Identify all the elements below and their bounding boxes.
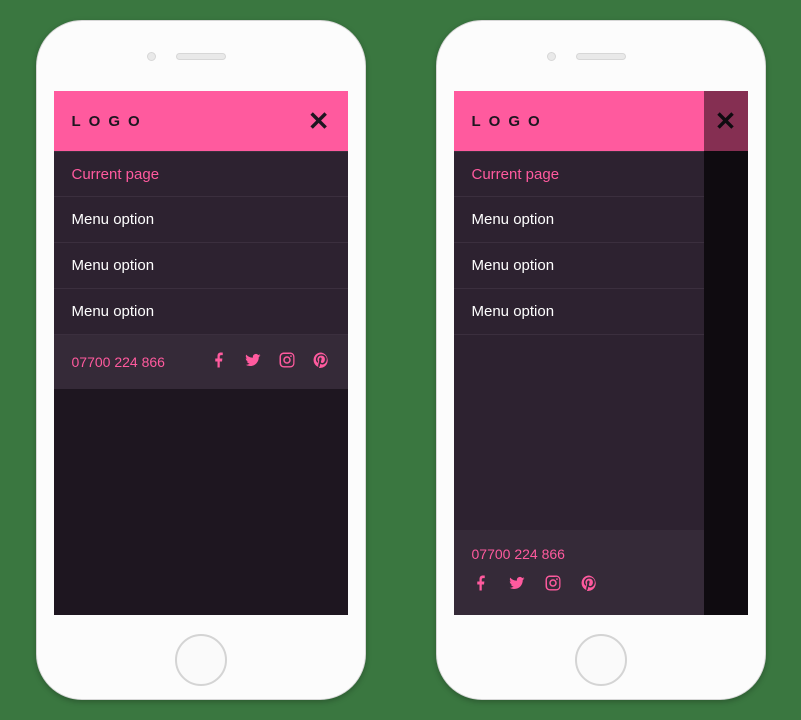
phone-screen-b: ✕ LOGO Current page Menu option Menu opt… (454, 91, 748, 615)
nav-item[interactable]: Menu option (54, 243, 348, 289)
header-bar: LOGO (454, 91, 704, 151)
nav-item[interactable]: Menu option (454, 197, 704, 243)
phone-screen-a: LOGO ✕ Current page Menu option Menu opt… (54, 91, 348, 615)
phone-camera (547, 52, 556, 61)
drawer-overlay[interactable] (704, 91, 748, 615)
instagram-icon[interactable] (544, 574, 562, 597)
logo[interactable]: LOGO (472, 113, 548, 130)
social-icons (472, 574, 686, 597)
phone-camera (147, 52, 156, 61)
nav-item-current[interactable]: Current page (54, 151, 348, 197)
footer-bar: 07700 224 866 (454, 530, 704, 615)
nav-item-label: Menu option (72, 303, 155, 320)
pinterest-icon[interactable] (312, 351, 330, 374)
nav-item-label: Menu option (472, 257, 555, 274)
phone-mockup-b: ✕ LOGO Current page Menu option Menu opt… (436, 20, 766, 700)
nav-item-label: Current page (472, 166, 560, 183)
home-button[interactable] (175, 634, 227, 686)
nav-menu: Current page Menu option Menu option Men… (54, 151, 348, 335)
instagram-icon[interactable] (278, 351, 296, 374)
nav-item[interactable]: Menu option (454, 243, 704, 289)
nav-menu: Current page Menu option Menu option Men… (454, 151, 704, 335)
phone-speaker (176, 53, 226, 60)
logo[interactable]: LOGO (72, 113, 148, 130)
nav-drawer: LOGO Current page Menu option Menu optio… (454, 91, 704, 615)
phone-number[interactable]: 07700 224 866 (72, 354, 165, 370)
footer-bar: 07700 224 866 (54, 335, 348, 389)
nav-item-label: Menu option (72, 211, 155, 228)
nav-item-label: Menu option (472, 303, 555, 320)
nav-item[interactable]: Menu option (454, 289, 704, 335)
social-icons (210, 351, 330, 374)
nav-item[interactable]: Menu option (54, 289, 348, 335)
facebook-icon[interactable] (210, 351, 228, 374)
nav-item-label: Current page (72, 166, 160, 183)
facebook-icon[interactable] (472, 574, 490, 597)
nav-item-label: Menu option (472, 211, 555, 228)
home-button[interactable] (575, 634, 627, 686)
phone-mockup-a: LOGO ✕ Current page Menu option Menu opt… (36, 20, 366, 700)
nav-item-label: Menu option (72, 257, 155, 274)
header-bar: LOGO ✕ (54, 91, 348, 151)
phone-number[interactable]: 07700 224 866 (472, 546, 686, 562)
twitter-icon[interactable] (244, 351, 262, 374)
nav-item[interactable]: Menu option (54, 197, 348, 243)
close-icon[interactable]: ✕ (308, 108, 330, 134)
drawer-spacer (454, 335, 704, 530)
nav-item-current[interactable]: Current page (454, 151, 704, 197)
twitter-icon[interactable] (508, 574, 526, 597)
phone-speaker (576, 53, 626, 60)
pinterest-icon[interactable] (580, 574, 598, 597)
